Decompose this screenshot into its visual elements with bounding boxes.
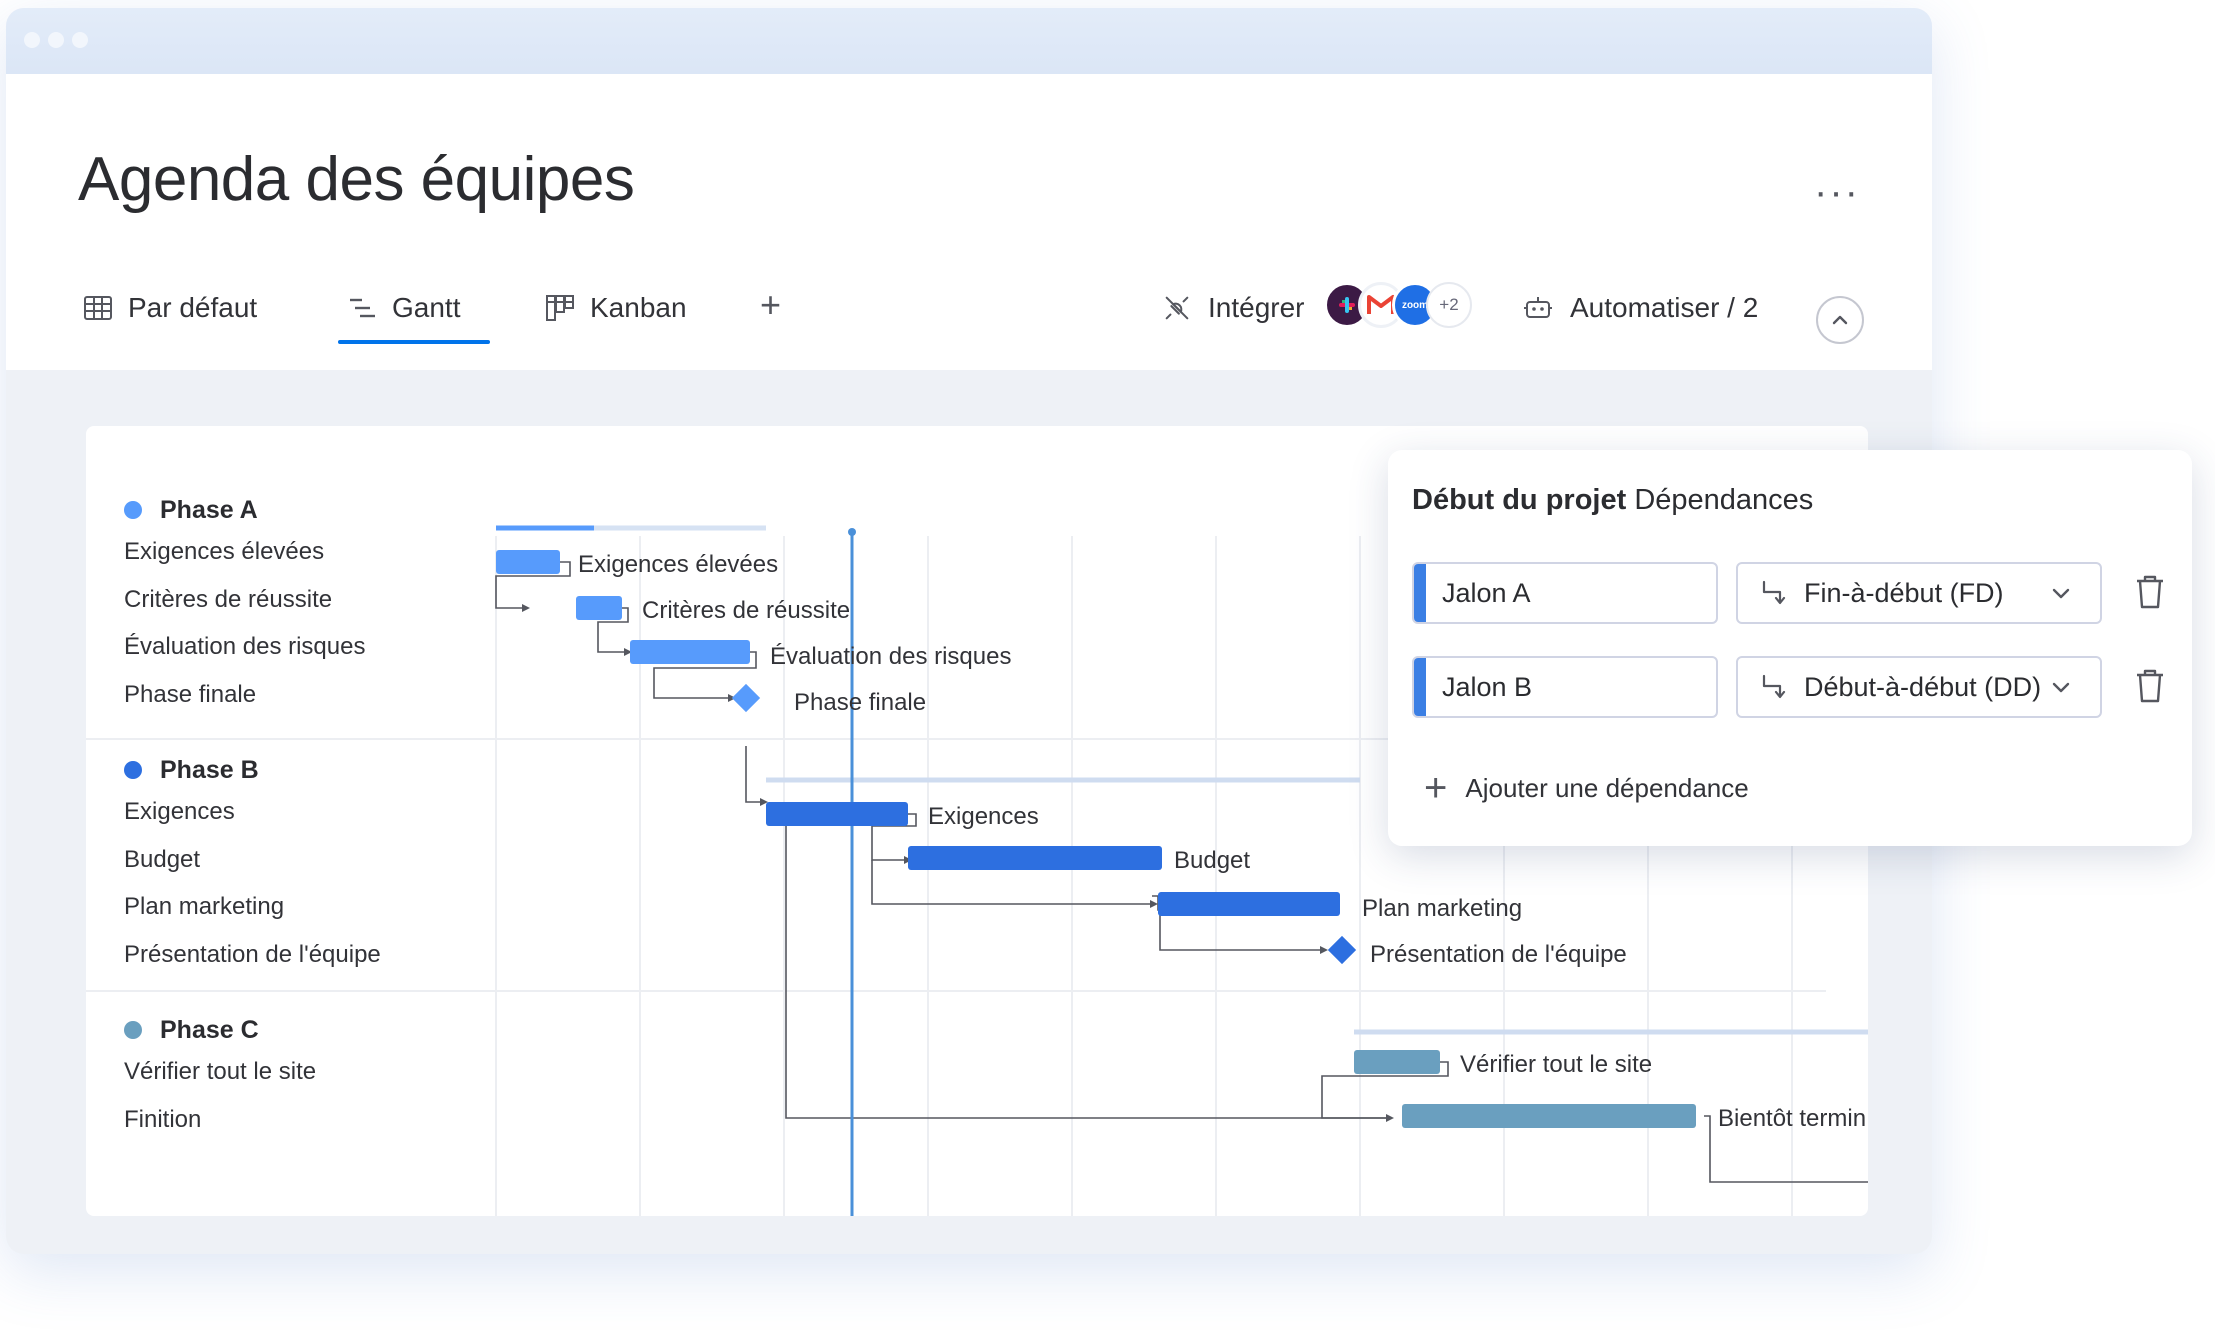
- gantt-bar-exigences-elevees[interactable]: [496, 550, 560, 574]
- integration-apps[interactable]: zoom +2: [1324, 278, 1484, 334]
- dependencies-panel: Début du projet Dépendances Jalon A Fin-…: [1388, 450, 2192, 846]
- gantt-bar-label: Vérifier tout le site: [1460, 1051, 1652, 1078]
- dependency-arrow-icon: [1762, 674, 1786, 699]
- add-view-button[interactable]: +: [760, 284, 781, 326]
- window-dot-minimize[interactable]: [48, 32, 64, 48]
- active-tab-indicator: [338, 340, 490, 344]
- integrate-button[interactable]: Intégrer: [1162, 288, 1305, 328]
- dependency-type-value: Début-à-début (DD): [1804, 671, 2042, 702]
- dependency-type-select[interactable]: Fin-à-début (FD): [1736, 562, 2102, 624]
- tab-kanban-label: Kanban: [590, 292, 687, 323]
- panel-title-suffix: Dépendances: [1626, 484, 1814, 516]
- gantt-bar-label: Budget: [1174, 847, 1250, 874]
- window-dot-maximize[interactable]: [72, 32, 88, 48]
- dependency-milestone-field[interactable]: Jalon B: [1412, 656, 1718, 718]
- more-apps-badge: +2: [1426, 282, 1472, 328]
- page-title: Agenda des équipes: [78, 145, 635, 214]
- automate-label: Automatiser / 2: [1570, 292, 1759, 323]
- milestone-color-stripe: [1414, 564, 1426, 622]
- board-header: Agenda des équipes ··· Par défaut Gantt …: [6, 74, 1932, 370]
- milestone-presentation-equipe[interactable]: [1327, 935, 1357, 965]
- chevron-down-icon: [2052, 588, 2070, 599]
- gantt-bar-plan-marketing[interactable]: [1158, 892, 1340, 916]
- robot-icon: [1524, 297, 1552, 318]
- gantt-bar-verifier-site[interactable]: [1354, 1050, 1440, 1074]
- gantt-bar-finition[interactable]: [1402, 1104, 1696, 1128]
- delete-dependency-icon[interactable]: [2132, 572, 2168, 612]
- add-dependency-button[interactable]: + Ajouter une dépendance: [1424, 768, 1749, 808]
- gantt-bar-label: Présentation de l'équipe: [1370, 941, 1627, 968]
- plus-icon: +: [1424, 766, 1448, 810]
- dependency-milestone-value: Jalon A: [1442, 577, 1531, 608]
- panel-title-item: Début du projet: [1412, 484, 1627, 516]
- table-icon: [84, 296, 112, 320]
- gantt-bar-label: Exigences: [928, 803, 1039, 830]
- gantt-bar-label: Bientôt termin: [1718, 1105, 1866, 1132]
- automate-button[interactable]: Automatiser / 2: [1522, 288, 1758, 328]
- tab-par-defaut[interactable]: Par défaut: [82, 288, 257, 328]
- tab-kanban[interactable]: Kanban: [544, 288, 687, 328]
- gantt-bar-label: Exigences élevées: [578, 551, 778, 578]
- gantt-bar-exigences[interactable]: [766, 802, 908, 826]
- integrate-label: Intégrer: [1208, 292, 1305, 323]
- gantt-bar-label: Évaluation des risques: [770, 643, 1011, 670]
- chevron-down-icon: [2052, 682, 2070, 693]
- gantt-bar-label: Plan marketing: [1362, 895, 1522, 922]
- dependency-milestone-field[interactable]: Jalon A: [1412, 562, 1718, 624]
- stage: Agenda des équipes ··· Par défaut Gantt …: [0, 0, 2215, 1344]
- tab-gantt-label: Gantt: [392, 292, 461, 323]
- tab-gantt[interactable]: Gantt: [346, 288, 460, 328]
- integrate-icon: [1165, 296, 1189, 320]
- today-marker: [848, 528, 856, 536]
- dependency-type-select[interactable]: Début-à-début (DD): [1736, 656, 2102, 718]
- window-dot-close[interactable]: [24, 32, 40, 48]
- add-dependency-label: Ajouter une dépendance: [1465, 772, 1749, 803]
- tab-par-defaut-label: Par défaut: [128, 292, 258, 323]
- collapse-header-button[interactable]: [1816, 296, 1864, 344]
- gantt-bar-criteres-de-reussite[interactable]: [576, 596, 622, 620]
- gantt-bar-label: Critères de réussite: [642, 597, 850, 624]
- milestone-phase-finale[interactable]: [731, 683, 761, 713]
- milestone-color-stripe: [1414, 658, 1426, 716]
- more-options-button[interactable]: ···: [1814, 170, 1860, 215]
- dependency-milestone-value: Jalon B: [1442, 671, 1533, 702]
- dependency-arrow-icon: [1762, 580, 1786, 605]
- window-titlebar: [6, 8, 1932, 74]
- gantt-icon: [350, 298, 375, 318]
- gantt-bar-budget[interactable]: [908, 846, 1162, 870]
- delete-dependency-icon[interactable]: [2132, 666, 2168, 706]
- gantt-bar-label: Phase finale: [794, 689, 926, 716]
- gantt-bar-evaluation-des-risques[interactable]: [630, 640, 750, 664]
- panel-title: Début du projet Dépendances: [1412, 484, 1813, 517]
- chevron-up-icon: [1832, 315, 1848, 325]
- dependency-type-value: Fin-à-début (FD): [1804, 577, 2004, 608]
- kanban-icon: [546, 295, 574, 321]
